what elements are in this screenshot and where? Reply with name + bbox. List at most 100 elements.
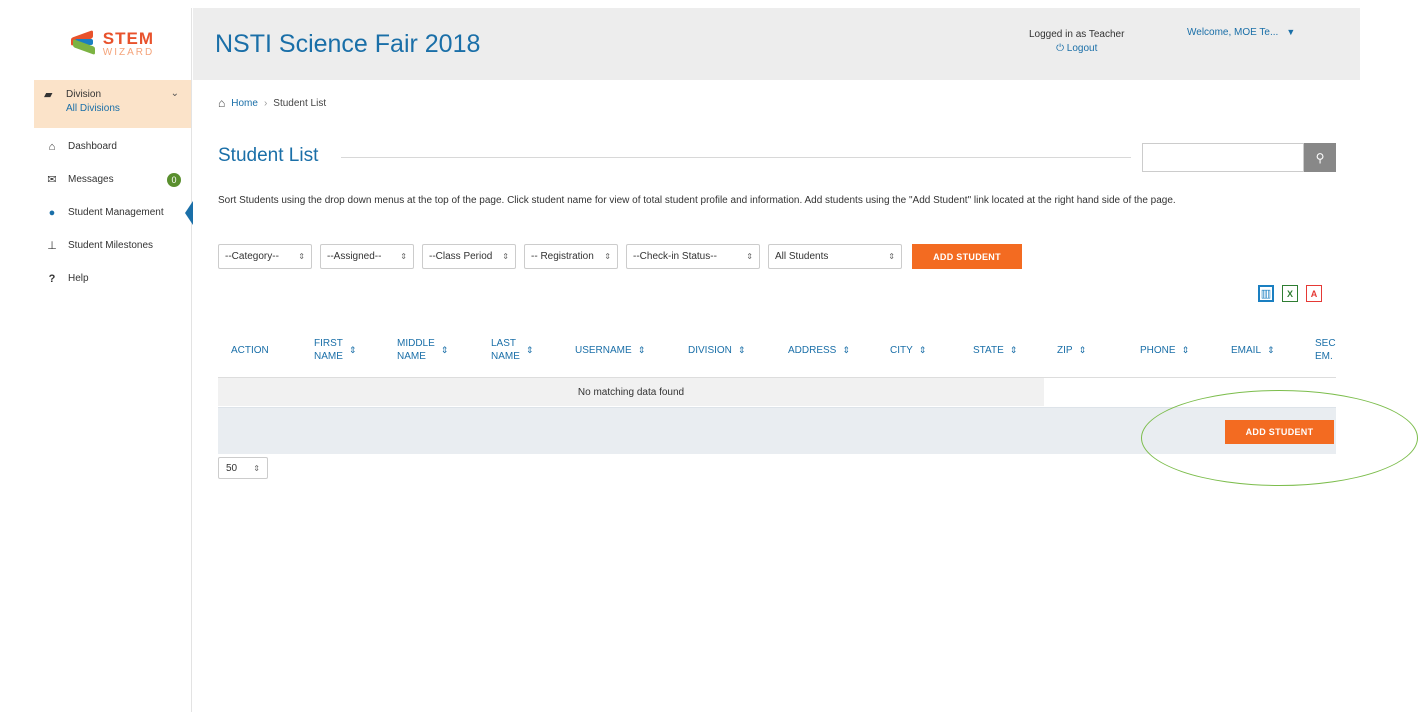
sidebar-item-student-milestones[interactable]: ⊥ Student Milestones [34, 229, 191, 262]
column-label: NAME [491, 351, 520, 362]
stem-wizard-logo[interactable]: STEM WIZARD [34, 8, 191, 80]
messages-count-badge: 0 [167, 172, 181, 187]
page-title: Student List [218, 145, 319, 166]
breadcrumb-current: Student List [273, 97, 327, 109]
select-arrows-icon: ⇕ [746, 252, 753, 261]
chevron-down-icon: ⌄ [170, 88, 179, 99]
column-label: ACTION [231, 344, 269, 356]
column-label: PHONE [1140, 344, 1176, 356]
division-selector[interactable]: ▰ Division All Divisions ⌄ [34, 80, 191, 128]
class-period-select-value: --Class Period [429, 251, 493, 262]
column-header-email[interactable]: EMAIL ⇕ [1231, 325, 1275, 375]
column-label: SEC [1315, 338, 1336, 349]
active-indicator [185, 200, 193, 225]
logout-label: Logout [1066, 43, 1098, 54]
column-label: DIVISION [688, 344, 732, 356]
filter-bar: --Category-- ⇕ --Assigned-- ⇕ --Class Peri… [218, 244, 1022, 269]
assigned-select-value: --Assigned-- [327, 251, 382, 262]
page-size-select[interactable]: 50 ⇕ [218, 457, 268, 479]
division-value: All Divisions [66, 103, 120, 114]
book-icon: ▰ [44, 89, 53, 101]
user-icon: ● [48, 206, 56, 219]
column-header-division[interactable]: DIVISION ⇕ [688, 325, 745, 375]
sort-icon: ⇕ [637, 344, 646, 355]
column-header-action: ACTION [231, 325, 269, 375]
category-select[interactable]: --Category-- ⇕ [218, 244, 312, 269]
column-header-address[interactable]: ADDRESS ⇕ [788, 325, 850, 375]
sidebar-item-label: Student Milestones [68, 240, 154, 251]
sidebar-item-messages[interactable]: ✉ Messages 0 [34, 163, 191, 196]
add-student-button[interactable]: ADD STUDENT [912, 244, 1022, 269]
column-label: ADDRESS [788, 344, 837, 356]
sidebar-item-help[interactable]: ? Help [34, 262, 191, 295]
column-header-state[interactable]: STATE ⇕ [973, 325, 1017, 375]
registration-select[interactable]: -- Registration ⇕ [524, 244, 618, 269]
caret-down-icon: ▼ [1286, 27, 1296, 37]
search-input[interactable] [1142, 143, 1304, 172]
sort-icon: ⇕ [737, 344, 746, 355]
column-header-phone[interactable]: PHONE ⇕ [1140, 325, 1189, 375]
welcome-label: Welcome, MOE Te... [1187, 27, 1279, 38]
power-icon: ⏻ [1056, 43, 1067, 54]
column-label: ZIP [1057, 344, 1073, 356]
column-header-city[interactable]: CITY ⇕ [890, 325, 926, 375]
select-arrows-icon: ⇕ [400, 252, 407, 261]
sidebar-item-label: Dashboard [68, 141, 117, 152]
search-button[interactable]: ⚲ [1304, 143, 1336, 172]
sort-icon: ⇕ [1181, 344, 1190, 355]
sort-icon: ⇕ [348, 344, 357, 355]
user-menu[interactable]: Welcome, MOE Te... ▼ [1187, 27, 1295, 38]
sidebar-item-dashboard[interactable]: ⌂ Dashboard [34, 130, 191, 163]
logged-in-text: Logged in as Teacher [1029, 29, 1125, 40]
sort-icon: ⇕ [440, 344, 449, 355]
students-select-value: All Students [775, 251, 829, 262]
pdf-export-icon[interactable]: A [1306, 285, 1322, 302]
sidebar-item-label: Student Management [68, 207, 164, 218]
students-select[interactable]: All Students ⇕ [768, 244, 902, 269]
page-description: Sort Students using the drop down menus … [218, 195, 1176, 206]
sort-icon: ⇕ [918, 344, 927, 355]
sort-icon: ⇕ [842, 344, 850, 355]
column-label: NAME [397, 351, 426, 362]
column-label: STATE [973, 344, 1004, 356]
category-select-value: --Category-- [225, 251, 279, 262]
table-tools: ▥ X A [1258, 285, 1322, 302]
column-label: EMAIL [1231, 344, 1262, 356]
milestone-icon: ⊥ [47, 240, 57, 252]
assigned-select[interactable]: --Assigned-- ⇕ [320, 244, 414, 269]
select-arrows-icon: ⇕ [253, 463, 260, 473]
column-label: NAME [314, 351, 343, 362]
excel-export-icon[interactable]: X [1282, 285, 1298, 302]
breadcrumb-home[interactable]: Home [231, 98, 258, 109]
logo-stem-text: STEM [102, 29, 154, 48]
sidebar-item-student-management[interactable]: ● Student Management [34, 196, 193, 229]
column-label: USERNAME [575, 344, 632, 356]
column-label: FIRST [314, 338, 343, 349]
breadcrumb-separator: › [263, 97, 268, 109]
class-period-select[interactable]: --Class Period ⇕ [422, 244, 516, 269]
column-header-zip[interactable]: ZIP ⇕ [1057, 325, 1086, 375]
logout-link[interactable]: ⏻ Logout [1029, 42, 1124, 56]
home-icon: ⌂ [218, 96, 226, 110]
search-icon: ⚲ [1315, 150, 1325, 165]
column-header-first-name[interactable]: FIRST NAME ⇕ [314, 325, 356, 375]
column-label: LAST [491, 338, 517, 349]
title-divider [341, 157, 1131, 158]
logo-wizard-text: WIZARD [102, 47, 155, 58]
select-arrows-icon: ⇕ [298, 252, 305, 261]
breadcrumb: ⌂ Home › Student List [218, 96, 326, 110]
home-icon: ⌂ [48, 140, 56, 153]
top-header: NSTI Science Fair 2018 Logged in as Teac… [193, 8, 1360, 80]
column-label: EM. [1315, 351, 1333, 362]
checkin-status-select-value: --Check-in Status-- [633, 251, 717, 262]
column-header-username[interactable]: USERNAME ⇕ [575, 325, 645, 375]
column-header-last-name[interactable]: LAST NAME ⇕ [491, 325, 533, 375]
column-header-middle-name[interactable]: MIDDLE NAME ⇕ [397, 325, 448, 375]
app-title: NSTI Science Fair 2018 [215, 30, 481, 58]
registration-select-value: -- Registration [531, 251, 594, 262]
checkin-status-select[interactable]: --Check-in Status-- ⇕ [626, 244, 760, 269]
columns-toggle-icon[interactable]: ▥ [1258, 285, 1274, 302]
envelope-icon: ✉ [47, 174, 57, 186]
logo-mark-icon [70, 29, 97, 57]
column-header-secondary-email[interactable]: SEC EM. [1315, 325, 1336, 375]
